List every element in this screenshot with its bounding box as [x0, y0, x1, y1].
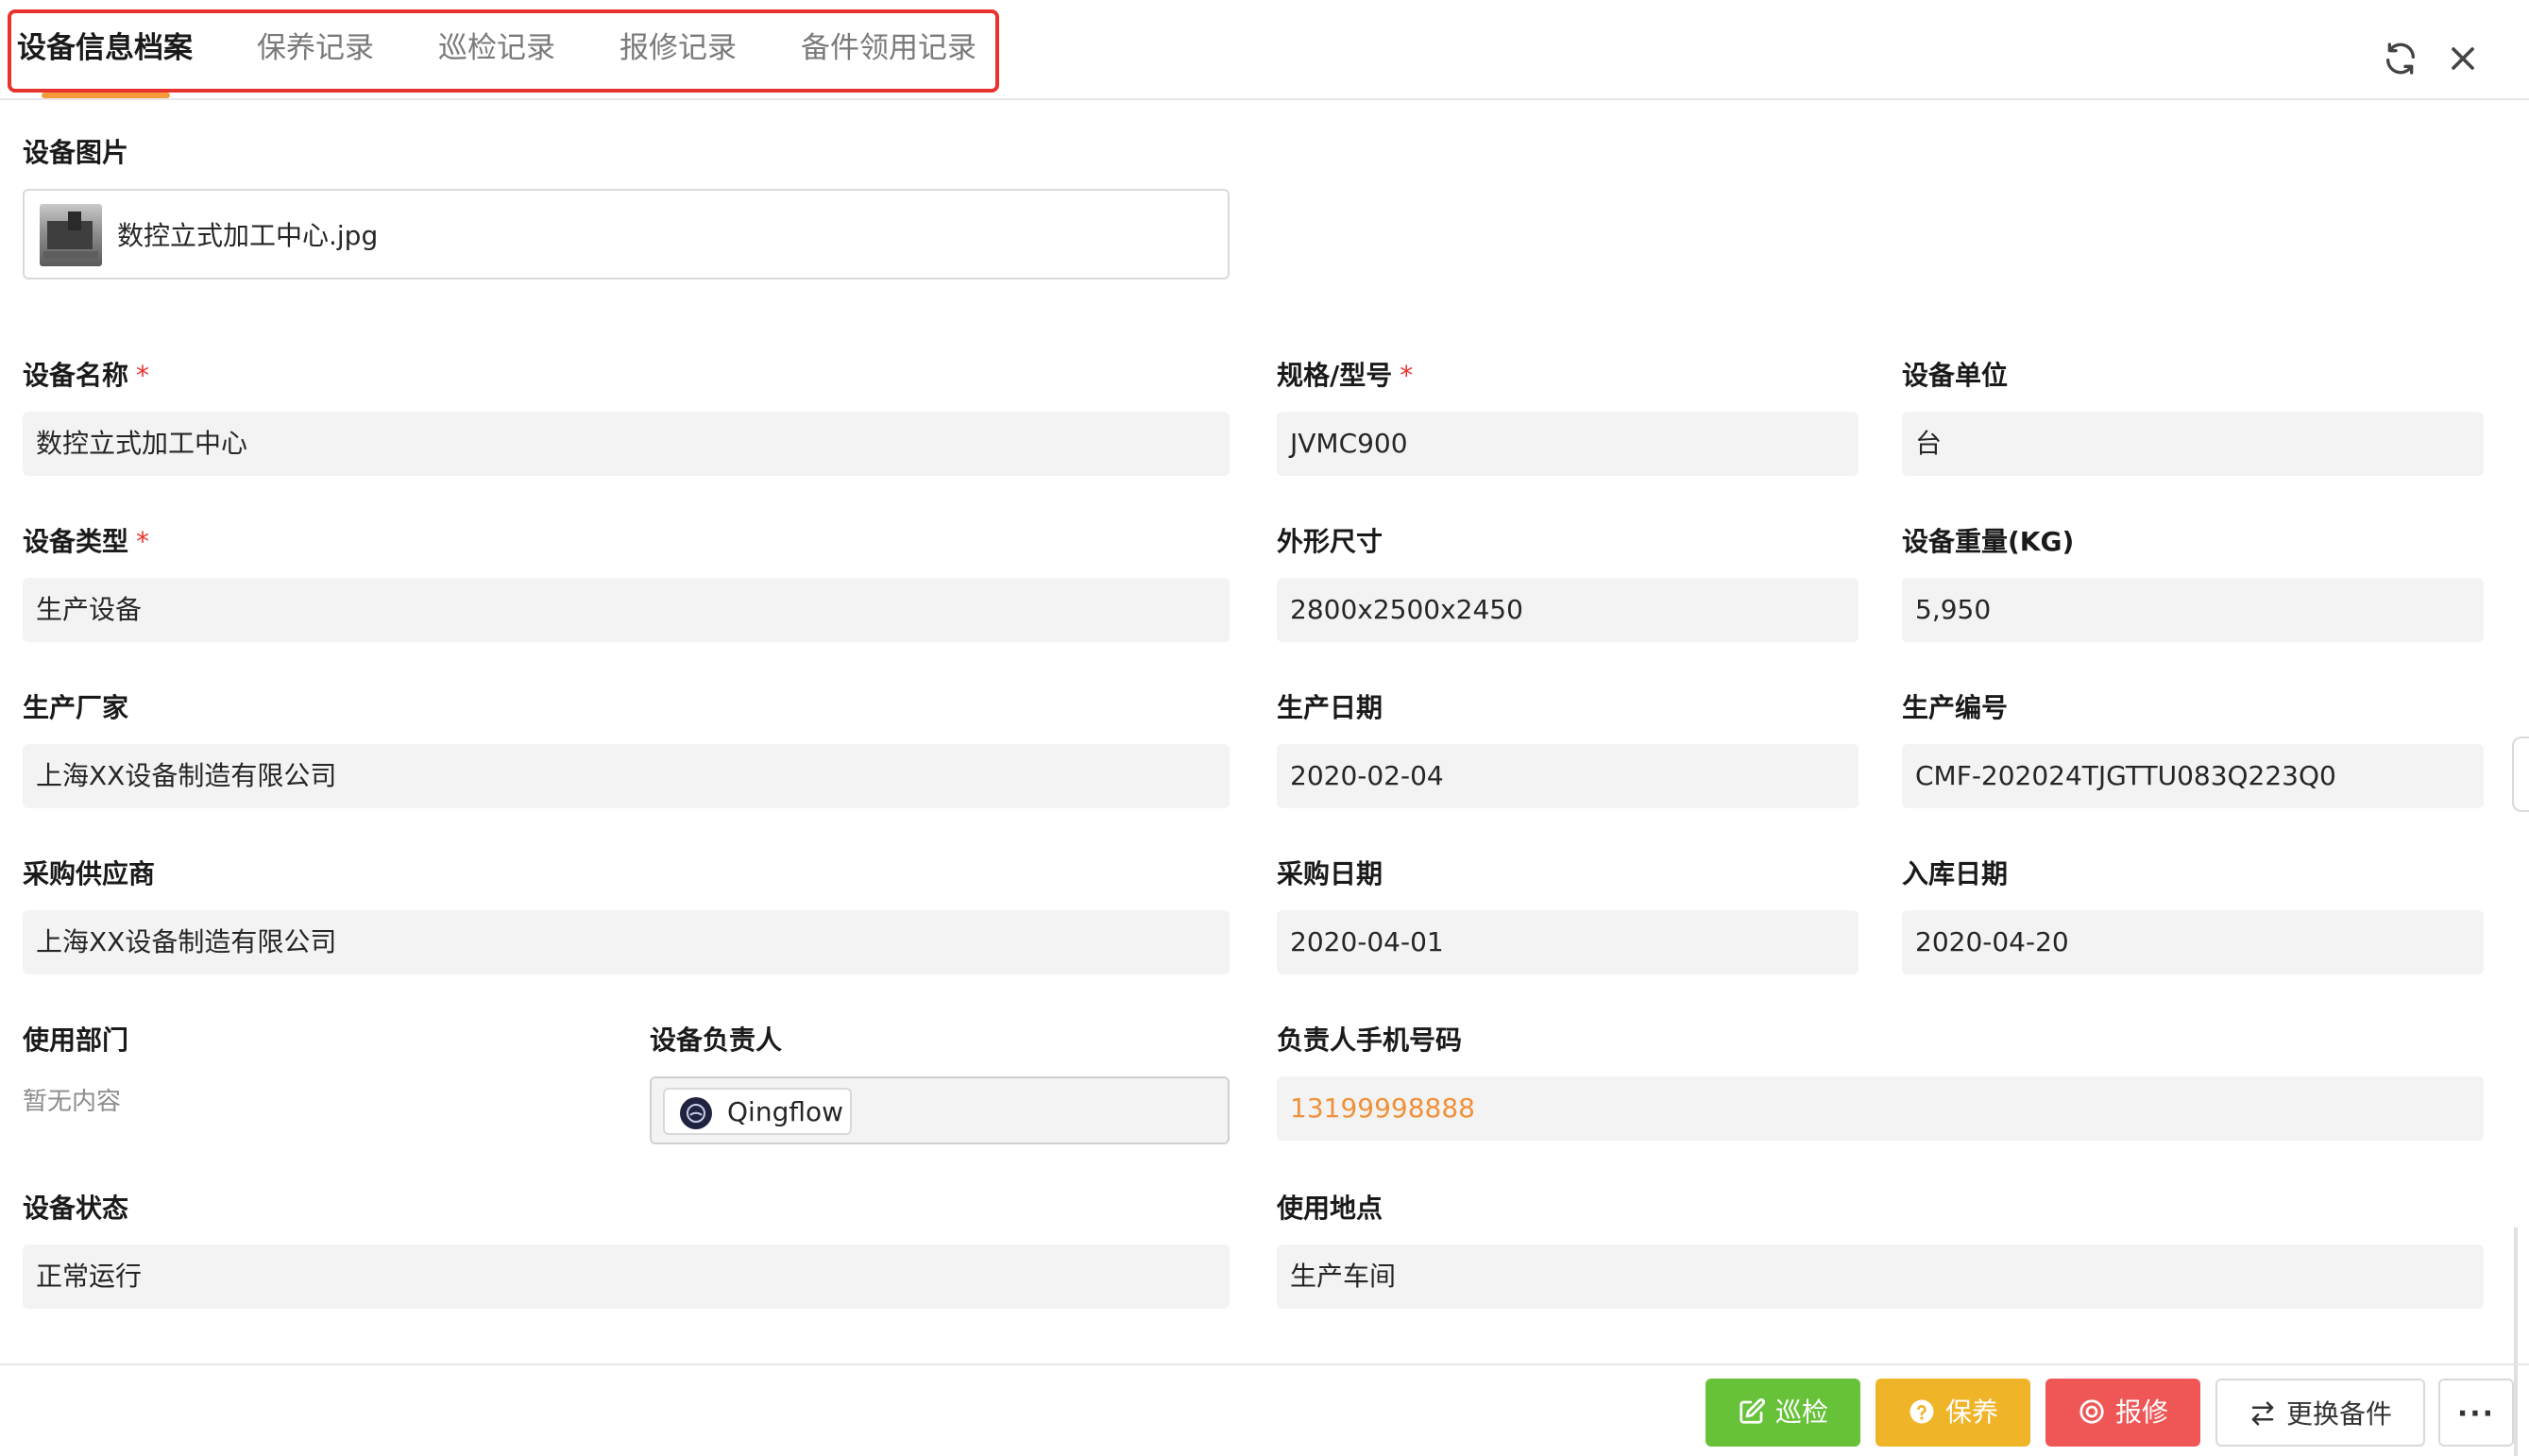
- model-field[interactable]: JVMC900: [1277, 412, 1859, 476]
- phone-field[interactable]: 13199998888: [1277, 1076, 2484, 1141]
- status-field[interactable]: 正常运行: [23, 1244, 1230, 1309]
- target-icon: [2079, 1399, 2104, 1424]
- size-label: 外形尺寸: [1277, 526, 1383, 557]
- question-circle-icon: [1909, 1399, 1934, 1424]
- location-field[interactable]: 生产车间: [1277, 1244, 2484, 1309]
- close-icon[interactable]: [2444, 40, 2482, 77]
- owner-label: 设备负责人: [650, 1024, 783, 1056]
- owner-name: Qingflow: [727, 1096, 844, 1127]
- required-mark: *: [136, 360, 150, 391]
- tab-inspection[interactable]: 巡检记录: [438, 26, 555, 70]
- more-icon: ···: [2456, 1397, 2496, 1431]
- avatar: [680, 1097, 712, 1129]
- replace-parts-button[interactable]: 更换备件: [2215, 1379, 2425, 1447]
- department-empty: 暂无内容: [23, 1088, 122, 1116]
- swap-icon: [2251, 1401, 2274, 1426]
- purchase-date-field[interactable]: 2020-04-01: [1277, 910, 1859, 974]
- type-label: 设备类型 *: [23, 526, 150, 557]
- name-field[interactable]: 数控立式加工中心: [23, 412, 1230, 476]
- manufacturer-label: 生产厂家: [23, 692, 129, 723]
- required-mark: *: [1400, 360, 1414, 391]
- storage-date-label: 入库日期: [1902, 858, 2009, 889]
- prod-date-label: 生产日期: [1277, 692, 1383, 723]
- supplier-field[interactable]: 上海XX设备制造有限公司: [23, 910, 1230, 974]
- owner-field[interactable]: Qingflow: [650, 1076, 1230, 1144]
- more-options-button[interactable]: ···: [2438, 1379, 2514, 1447]
- tab-repair[interactable]: 报修记录: [620, 26, 737, 70]
- tab-maintenance[interactable]: 保养记录: [257, 26, 374, 70]
- type-field[interactable]: 生产设备: [23, 578, 1230, 642]
- footer-divider: [0, 1363, 2529, 1365]
- maintain-button[interactable]: 保养: [1876, 1379, 2030, 1447]
- prod-date-field[interactable]: 2020-02-04: [1277, 744, 1859, 808]
- owner-tag[interactable]: Qingflow: [663, 1088, 852, 1135]
- weight-label: 设备重量(KG): [1902, 526, 2075, 557]
- image-label: 设备图片: [23, 137, 129, 168]
- tab-spare-parts[interactable]: 备件领用记录: [801, 26, 976, 70]
- manufacturer-field[interactable]: 上海XX设备制造有限公司: [23, 744, 1230, 808]
- department-label: 使用部门: [23, 1024, 129, 1056]
- location-label: 使用地点: [1277, 1193, 1383, 1224]
- status-label: 设备状态: [23, 1193, 129, 1224]
- device-detail-page: 设备信息档案 保养记录 巡检记录 报修记录 备件领用记录 设备图片 数控立式加工…: [0, 0, 2529, 1456]
- required-mark: *: [136, 526, 150, 557]
- weight-field[interactable]: 5,950: [1902, 578, 2484, 642]
- active-tab-indicator: [42, 93, 170, 98]
- prod-no-label: 生产编号: [1902, 692, 2009, 723]
- prod-no-field[interactable]: CMF-202024TJGTTU083Q223Q0: [1902, 744, 2484, 808]
- file-name[interactable]: 数控立式加工中心.jpg: [117, 215, 378, 253]
- supplier-label: 采购供应商: [23, 858, 156, 889]
- name-label: 设备名称 *: [23, 360, 150, 391]
- refresh-icon[interactable]: [2382, 40, 2419, 77]
- unit-label: 设备单位: [1902, 360, 2009, 391]
- model-label: 规格/型号 *: [1277, 360, 1414, 391]
- storage-date-field[interactable]: 2020-04-20: [1902, 910, 2484, 974]
- unit-field[interactable]: 台: [1902, 412, 2484, 476]
- image-upload-field[interactable]: 数控立式加工中心.jpg: [23, 189, 1230, 279]
- repair-button[interactable]: 报修: [2045, 1379, 2200, 1447]
- tab-bar: 设备信息档案 保养记录 巡检记录 报修记录 备件领用记录: [0, 0, 2529, 100]
- purchase-date-label: 采购日期: [1277, 858, 1383, 889]
- phone-label: 负责人手机号码: [1277, 1024, 1463, 1056]
- inspect-button[interactable]: 巡检: [1706, 1379, 1860, 1447]
- scrollbar[interactable]: [2514, 1227, 2518, 1456]
- side-panel-handle[interactable]: [2512, 736, 2529, 812]
- tab-device-info[interactable]: 设备信息档案: [17, 26, 193, 70]
- size-field[interactable]: 2800x2500x2450: [1277, 578, 1859, 642]
- edit-icon: [1740, 1397, 1765, 1424]
- image-thumbnail[interactable]: [40, 204, 102, 266]
